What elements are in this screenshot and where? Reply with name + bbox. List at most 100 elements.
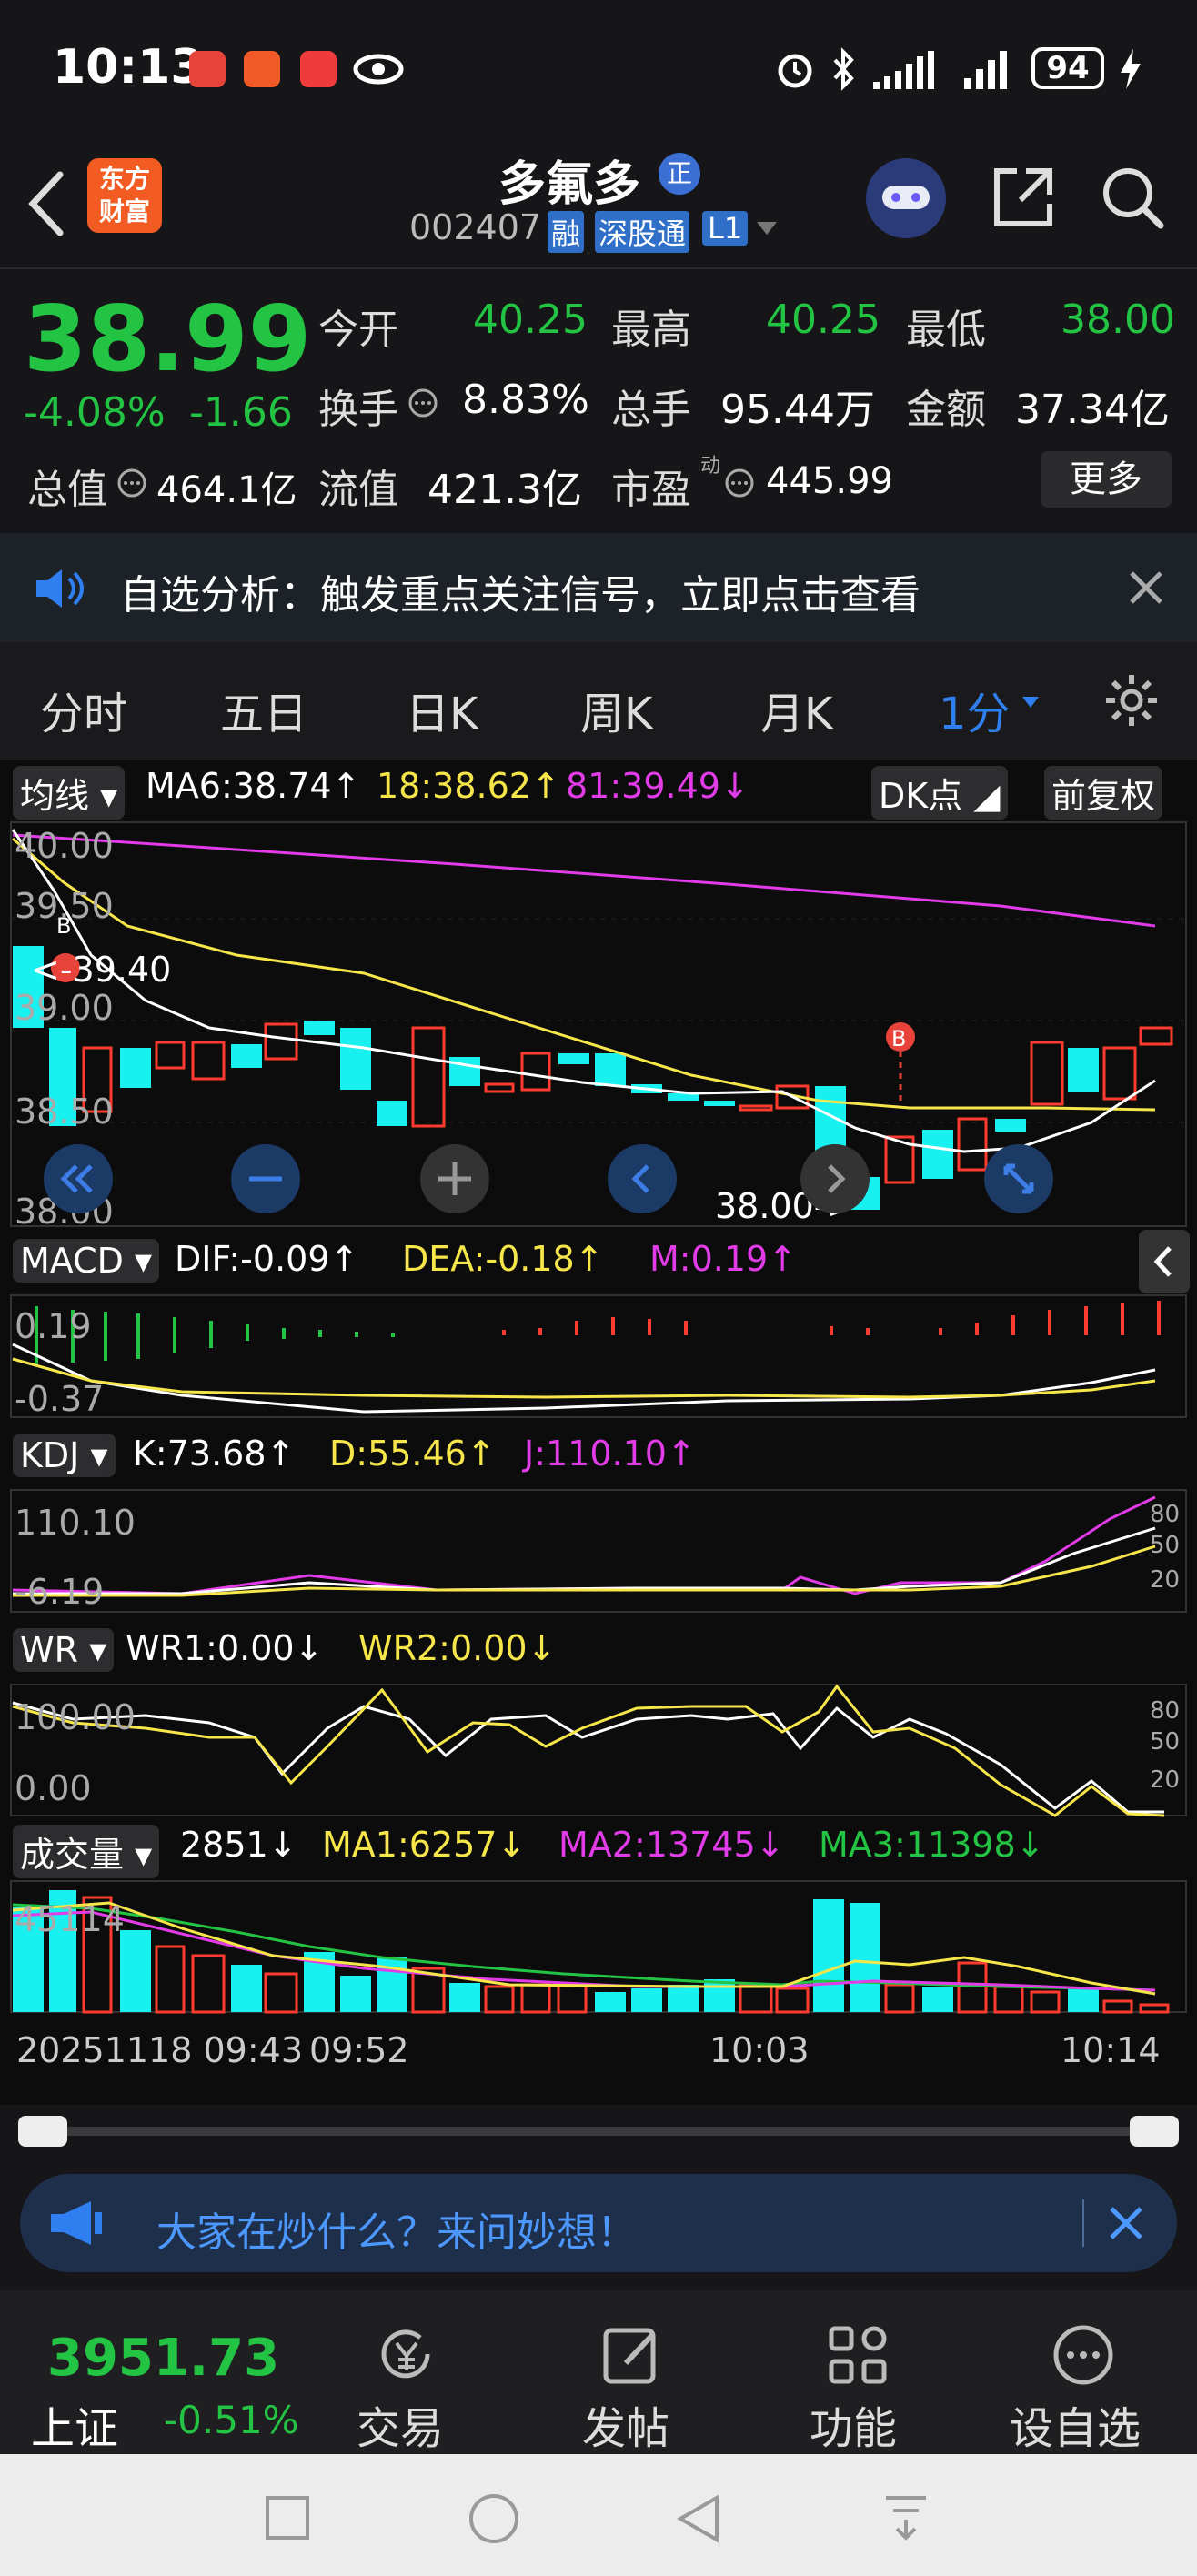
nav-trade[interactable]: 交易	[357, 2392, 444, 2456]
volume-y-top: 45114	[15, 1899, 125, 1939]
macd-selector[interactable]: MACD ▾	[13, 1239, 160, 1283]
range-handle-right[interactable]	[1130, 2116, 1179, 2147]
tag-sz-connect: 深股通	[595, 211, 690, 253]
amount-value: 37.34亿	[1015, 387, 1170, 433]
wr-selector[interactable]: WR ▾	[13, 1628, 115, 1672]
volume-value: 2851↓	[180, 1825, 297, 1865]
ai-prompt-bar[interactable]: 大家在炒什么？来问妙想！	[20, 2174, 1177, 2272]
huawei-app-icon	[189, 51, 226, 87]
chevron-down-icon[interactable]	[755, 220, 779, 238]
nav-add-watchlist[interactable]: 设自选	[1010, 2392, 1141, 2456]
range-handle-left[interactable]	[18, 2116, 67, 2147]
status-time: 10:13	[53, 40, 204, 95]
open-label: 今开	[318, 307, 398, 353]
wr-wr1: WR1:0.00↓	[126, 1628, 324, 1668]
stock-header: 东方财富 多氟多 正 002407 融 深股通 L1	[0, 146, 1197, 268]
macd-chart	[10, 1294, 1187, 1418]
stock-badge: 正	[659, 153, 700, 195]
info-icon[interactable]	[116, 468, 147, 498]
close-icon[interactable]	[1108, 2205, 1144, 2241]
kdj-k: K:73.68↑	[133, 1434, 296, 1474]
video-app-icon	[300, 51, 337, 87]
range-scroller	[0, 2105, 1197, 2159]
ma6-value: MA6:38.74↑	[146, 766, 361, 806]
more-dots-icon[interactable]	[1050, 2321, 1117, 2389]
amount-label: 金额	[906, 387, 986, 433]
macd-y-top: 0.19	[15, 1306, 92, 1346]
tab-1min[interactable]: 1分	[939, 678, 1011, 741]
close-icon[interactable]	[1128, 569, 1164, 606]
dk-point-button[interactable]: DK点 ◢	[871, 766, 1008, 820]
kdj-selector[interactable]: KDJ ▾	[13, 1434, 116, 1477]
back-arrow-icon[interactable]	[24, 167, 69, 240]
index-name[interactable]: 上证	[31, 2392, 118, 2456]
stock-name: 多氟多	[498, 157, 641, 212]
chevron-left-icon	[1153, 1246, 1172, 1277]
ma18-value: 18:38.62↑	[377, 766, 560, 806]
macd-dea: DEA:-0.18↑	[402, 1239, 604, 1279]
low-value: 38.00	[1061, 297, 1175, 343]
tab-monthly-k[interactable]: 月K	[760, 678, 832, 741]
tab-daily-k[interactable]: 日K	[406, 678, 478, 741]
stock-code: 002407	[409, 207, 542, 247]
wr-y-bottom: 0.00	[15, 1768, 92, 1808]
app-logo[interactable]: 东方财富	[87, 158, 162, 233]
info-icon[interactable]	[407, 387, 438, 418]
notice-bar[interactable]: 自选分析：触发重点关注信号，立即点击查看	[0, 533, 1197, 642]
nav-post[interactable]: 发帖	[582, 2392, 669, 2456]
grid-functions-icon[interactable]	[824, 2321, 891, 2389]
pe-label: 市盈	[611, 467, 691, 513]
index-value[interactable]: 3951.73	[47, 2329, 279, 2388]
alarm-icon	[778, 54, 812, 88]
volume-ma2: MA2:13745↓	[558, 1825, 785, 1865]
scroll-left-button[interactable]	[608, 1144, 677, 1213]
change-percent: -4.08%	[24, 389, 166, 436]
dk-point-label: DK点	[879, 776, 963, 816]
adjust-button[interactable]: 前复权	[1044, 766, 1163, 820]
recent-apps-icon[interactable]	[264, 2494, 311, 2541]
tag-margin: 融	[548, 211, 585, 253]
robot-avatar-icon[interactable]	[866, 158, 946, 238]
signal2-icon	[964, 51, 1007, 89]
scroll-left-fast-button[interactable]	[44, 1144, 113, 1213]
trade-yen-icon[interactable]	[373, 2321, 440, 2389]
y-label-1: 39.50	[15, 886, 114, 926]
zoom-in-button[interactable]	[420, 1144, 489, 1213]
home-icon[interactable]	[468, 2492, 520, 2545]
edit-post-icon[interactable]	[598, 2321, 666, 2389]
tab-weekly-k[interactable]: 周K	[580, 678, 652, 741]
time-label-1: 09:52	[309, 2030, 409, 2070]
volume-ma3: MA3:11398↓	[819, 1825, 1045, 1865]
info-icon[interactable]	[724, 468, 755, 498]
turnover-label: 换手	[318, 387, 398, 433]
fullscreen-button[interactable]	[984, 1144, 1053, 1213]
search-icon[interactable]	[1099, 164, 1166, 231]
ma-indicator-selector[interactable]: 均线 ▾	[13, 766, 126, 820]
battery-indicator: 94	[1031, 47, 1104, 89]
kdj-y-top: 110.10	[15, 1503, 136, 1543]
more-button[interactable]: 更多	[1041, 451, 1172, 508]
volume-selector[interactable]: 成交量 ▾	[13, 1825, 160, 1878]
collapse-panel-button[interactable]	[1139, 1230, 1190, 1293]
tab-intraday[interactable]: 分时	[40, 678, 127, 741]
open-value: 40.25	[473, 297, 588, 343]
pe-value: 445.99	[766, 460, 893, 502]
kdj-level-80: 80	[1150, 1501, 1181, 1528]
nav-functions[interactable]: 功能	[810, 2392, 897, 2456]
gear-icon[interactable]	[1102, 671, 1161, 730]
share-icon[interactable]	[990, 164, 1057, 231]
tab-five-day[interactable]: 五日	[220, 678, 307, 741]
macd-y-bottom: -0.37	[15, 1379, 105, 1419]
total-mv-label: 总值	[27, 467, 107, 513]
notification-app-icon	[244, 51, 280, 87]
scroll-right-button[interactable]	[800, 1144, 870, 1213]
kdj-chart	[10, 1489, 1187, 1613]
zoom-out-button[interactable]	[231, 1144, 300, 1213]
time-label-2: 10:03	[709, 2030, 810, 2070]
eye-icon	[353, 54, 404, 85]
back-icon[interactable]	[675, 2492, 722, 2545]
volume-ma1: MA1:6257↓	[322, 1825, 527, 1865]
notification-shade-icon[interactable]	[880, 2492, 931, 2545]
chevron-down-icon[interactable]	[1021, 695, 1041, 709]
wr-level-20: 20	[1150, 1766, 1181, 1794]
